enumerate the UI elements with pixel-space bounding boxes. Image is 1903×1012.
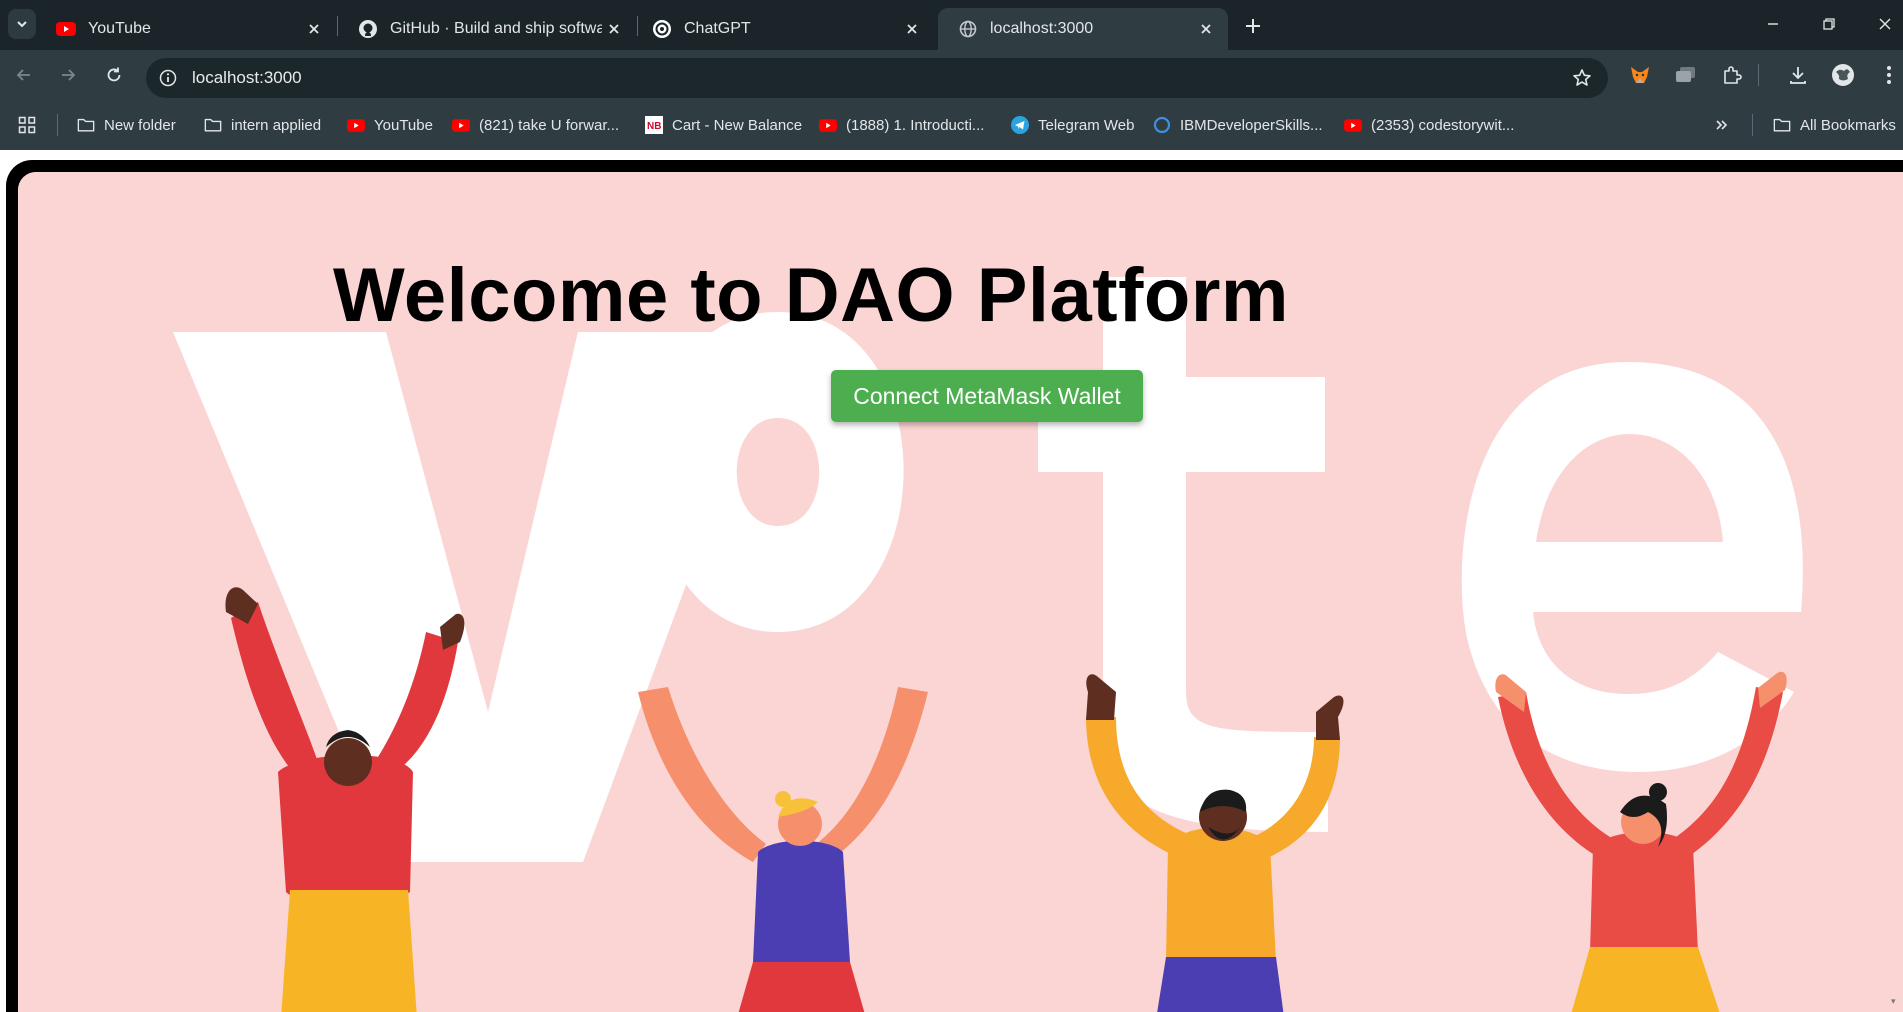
- folder-icon: [77, 116, 95, 134]
- bookmark-telegram[interactable]: Telegram Web: [1011, 113, 1134, 137]
- metamask-extension-icon[interactable]: [1627, 62, 1653, 88]
- youtube-icon: [347, 116, 365, 134]
- arrow-left-icon: [16, 69, 30, 81]
- page-title: Welcome to DAO Platform: [332, 253, 1289, 338]
- bookmark-label: Telegram Web: [1038, 116, 1135, 134]
- extensions-puzzle-icon[interactable]: [1719, 62, 1745, 88]
- close-icon[interactable]: [1194, 17, 1218, 41]
- bookmark-new-folder[interactable]: New folder: [77, 113, 176, 137]
- page-frame: Welcome to DAO Platform Connect MetaMask…: [6, 160, 1903, 1012]
- tab-search-button[interactable]: [8, 9, 36, 39]
- close-window-button[interactable]: [1867, 10, 1903, 38]
- globe-icon: [958, 19, 978, 39]
- scroll-down-arrow-icon[interactable]: ▾: [1891, 996, 1901, 1006]
- tab-localhost[interactable]: localhost:3000: [938, 8, 1228, 50]
- hero-section: Welcome to DAO Platform Connect MetaMask…: [18, 172, 1903, 1012]
- tab-chatgpt[interactable]: ChatGPT: [632, 8, 934, 50]
- new-tab-button[interactable]: [1238, 11, 1268, 41]
- folder-icon: [204, 116, 222, 134]
- bookmark-star-icon[interactable]: [1570, 66, 1594, 90]
- tab-title: ChatGPT: [684, 20, 751, 37]
- bookmark-youtube[interactable]: YouTube: [347, 113, 433, 137]
- bookmark-youtube-2353[interactable]: (2353) codestorywit...: [1344, 113, 1514, 137]
- new-balance-icon: NB: [645, 116, 663, 134]
- chevron-down-icon: [17, 21, 27, 28]
- close-icon[interactable]: [602, 17, 626, 41]
- bookmark-label: (2353) codestorywit...: [1371, 116, 1515, 134]
- bookmarks-bar: New folder intern applied YouTube (821) …: [0, 100, 1903, 150]
- bookmarks-divider: [57, 114, 58, 136]
- close-icon[interactable]: [302, 17, 326, 41]
- youtube-icon: [819, 116, 837, 134]
- browser-toolbar: localhost:3000: [0, 50, 1903, 100]
- bookmark-label: YouTube: [374, 116, 433, 134]
- profile-avatar-icon[interactable]: [1830, 62, 1856, 88]
- bookmark-intern-applied[interactable]: intern applied: [204, 113, 321, 137]
- bookmark-label: Cart - New Balance: [672, 116, 803, 134]
- close-icon[interactable]: [900, 17, 924, 41]
- bookmark-youtube-821[interactable]: (821) take U forwar...: [452, 113, 619, 137]
- page-viewport: Welcome to DAO Platform Connect MetaMask…: [0, 150, 1903, 1012]
- folder-icon: [1773, 116, 1791, 134]
- downloads-icon[interactable]: [1785, 62, 1811, 88]
- reload-icon: [107, 67, 121, 82]
- bookmark-label: (821) take U forwar...: [479, 116, 620, 134]
- forward-button[interactable]: [54, 61, 82, 89]
- minimize-icon: [1768, 23, 1778, 25]
- toolbar-divider: [1758, 64, 1759, 86]
- back-button[interactable]: [10, 61, 38, 89]
- tab-strip: YouTube GitHub · Build and ship software…: [0, 0, 1903, 50]
- svg-text:NB: NB: [647, 121, 661, 132]
- site-info-icon[interactable]: [156, 66, 180, 90]
- bookmark-new-balance[interactable]: NB Cart - New Balance: [645, 113, 802, 137]
- restore-icon: [1823, 18, 1835, 30]
- tab-youtube[interactable]: YouTube: [36, 8, 336, 50]
- bookmark-youtube-1888[interactable]: (1888) 1. Introducti...: [819, 113, 984, 137]
- close-icon: [1879, 18, 1891, 30]
- browser-menu-icon[interactable]: [1876, 62, 1902, 88]
- restore-button[interactable]: [1811, 10, 1847, 38]
- github-icon: [358, 19, 378, 39]
- tab-groups-icon[interactable]: [1673, 62, 1699, 88]
- tab-title: GitHub · Build and ship software: [390, 20, 602, 37]
- address-url[interactable]: localhost:3000: [192, 68, 302, 88]
- double-chevron-right-icon: [1713, 116, 1731, 134]
- bookmark-label: New folder: [104, 116, 176, 134]
- bookmarks-divider: [1752, 114, 1753, 136]
- youtube-icon: [56, 19, 76, 39]
- bookmark-label: IBMDeveloperSkills...: [1180, 116, 1323, 134]
- all-bookmarks-label: All Bookmarks: [1800, 116, 1896, 134]
- bookmark-ibm-developer-skills[interactable]: IBMDeveloperSkills...: [1153, 113, 1323, 137]
- bookmark-label: intern applied: [231, 116, 322, 134]
- all-bookmarks-button[interactable]: All Bookmarks: [1773, 113, 1896, 137]
- reload-button[interactable]: [100, 61, 128, 89]
- arrow-right-icon: [62, 69, 76, 81]
- tab-title: YouTube: [88, 20, 151, 37]
- tab-github[interactable]: GitHub · Build and ship software: [338, 8, 636, 50]
- bookmark-label: (1888) 1. Introducti...: [846, 116, 985, 134]
- minimize-button[interactable]: [1755, 10, 1791, 38]
- apps-button[interactable]: [18, 113, 45, 137]
- telegram-icon: [1011, 116, 1029, 134]
- apps-grid-icon: [18, 116, 36, 134]
- connect-metamask-button[interactable]: Connect MetaMask Wallet: [831, 370, 1143, 422]
- plus-icon: [1246, 19, 1260, 33]
- chatgpt-icon: [652, 19, 672, 39]
- tab-title: localhost:3000: [990, 20, 1094, 37]
- youtube-icon: [1344, 116, 1362, 134]
- address-bar[interactable]: localhost:3000: [146, 58, 1608, 98]
- more-bookmarks-button[interactable]: [1713, 113, 1740, 137]
- ring-icon: [1153, 116, 1171, 134]
- youtube-icon: [452, 116, 470, 134]
